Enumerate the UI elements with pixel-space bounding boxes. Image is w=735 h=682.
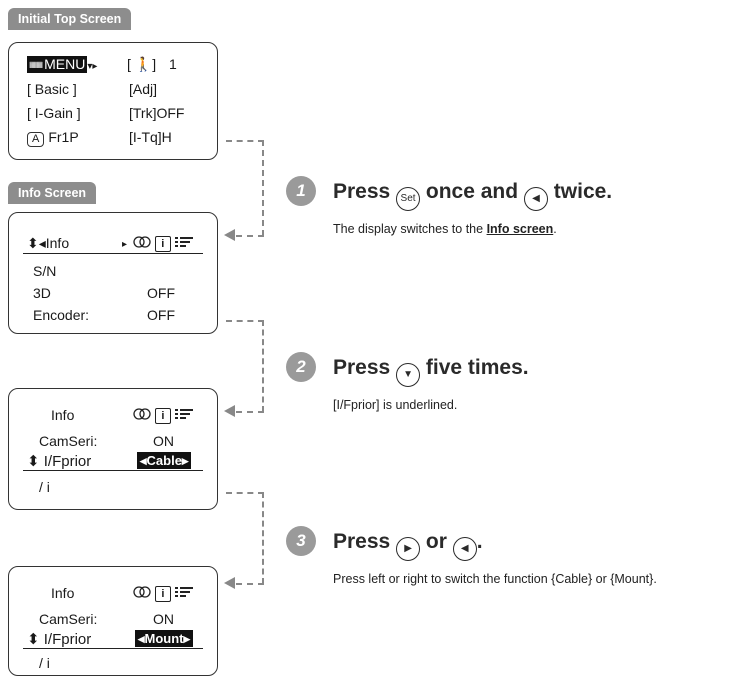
basic-label: [ Basic ] — [27, 81, 77, 97]
step-3-description: Press left or right to switch the functi… — [333, 572, 657, 586]
encoder-value: OFF — [147, 307, 175, 323]
info-i-icon: i — [154, 236, 171, 252]
ifprior-underline — [23, 648, 203, 649]
ifprior-value: ◂Cable▸ — [137, 452, 192, 469]
camseri-label: CamSeri: — [39, 611, 98, 627]
menu-arrows: ▾▸ — [87, 61, 98, 72]
camseri-label: CamSeri: — [39, 433, 98, 449]
info-screen-link: Info screen — [486, 222, 554, 236]
info-screen-label: Info Screen — [8, 182, 97, 204]
encoder-label: Encoder: — [33, 307, 90, 323]
camseri-value: ON — [153, 611, 174, 627]
ifprior-value: ◂Mount▸ — [135, 630, 194, 647]
step-3-title: Press ▶ or ◀. — [333, 530, 483, 561]
lens-icon — [133, 236, 151, 248]
set-button-icon: Set — [396, 187, 421, 211]
left-button-icon: ◀ — [523, 187, 548, 211]
step-2-title: Press ▼ five times. — [333, 356, 529, 387]
step-1-title: Press Set once and ◀ twice. — [333, 180, 612, 211]
initial-top-screen: ▦▦ MENU ▾▸ [ 🚶] 1 [ Basic ] [Adj] [ I-Gain… — [8, 42, 218, 160]
person-bracket: [ 🚶] — [127, 56, 157, 72]
slash-i-label: / i — [39, 655, 50, 671]
sn-label: S/N — [33, 263, 57, 279]
trk-label: [Trk]OFF — [129, 105, 185, 121]
list-icon — [174, 409, 193, 419]
slash-i-label: / i — [39, 479, 50, 495]
three-d-label: 3D — [33, 285, 51, 301]
down-button-icon: ▼ — [396, 363, 421, 387]
top-number: 1 — [169, 56, 177, 72]
three-d-value: OFF — [147, 285, 175, 301]
step-2-description: [I/Fprior] is underlined. — [333, 398, 458, 412]
info-i-icon: i — [154, 408, 171, 424]
screen3-title: Info — [51, 407, 75, 423]
ifprior-label: ⬍ I/Fprior — [27, 631, 92, 648]
initial-top-screen-label: Initial Top Screen — [8, 8, 132, 30]
nav-right-arrow: ▸ — [122, 239, 128, 250]
list-icon — [174, 587, 193, 597]
ifprior-label: ⬍ I/Fprior — [27, 453, 92, 470]
screen4-title: Info — [51, 585, 75, 601]
step-3-number: 3 — [286, 526, 316, 556]
a-badge: A — [27, 132, 45, 147]
lens-icon — [133, 586, 151, 598]
menu-badge: ▦▦ MENU — [27, 56, 88, 74]
list-icon — [174, 237, 193, 247]
left-button-icon: ◀ — [452, 537, 477, 561]
grid-icon: ▦▦ — [29, 60, 43, 70]
info-screen: ⬍◂Info ▸ i S/N 3D OFF Encoder: OFF — [8, 212, 218, 334]
cable-screen: Info i CamSeri: ON ⬍ I/Fprior ◂Cable▸ / … — [8, 388, 218, 510]
fr1p-label: Fr1P — [48, 129, 79, 145]
lens-icon — [133, 408, 151, 420]
igain-label: [ I-Gain ] — [27, 105, 81, 121]
adj-label: [Adj] — [129, 81, 158, 97]
ifprior-underline — [23, 470, 203, 471]
info-nav: ⬍◂Info — [27, 235, 70, 251]
step-1-number: 1 — [286, 176, 316, 206]
right-button-icon: ▶ — [396, 537, 421, 561]
camseri-value: ON — [153, 433, 174, 449]
info-i-icon: i — [154, 586, 171, 602]
info-divider — [23, 253, 203, 254]
step-2-number: 2 — [286, 352, 316, 382]
step-1-description: The display switches to the Info screen. — [333, 222, 557, 236]
mount-screen: Info i CamSeri: ON ⬍ I/Fprior ◂Mount▸ / … — [8, 566, 218, 676]
itq-label: [I-Tq]H — [129, 129, 172, 145]
